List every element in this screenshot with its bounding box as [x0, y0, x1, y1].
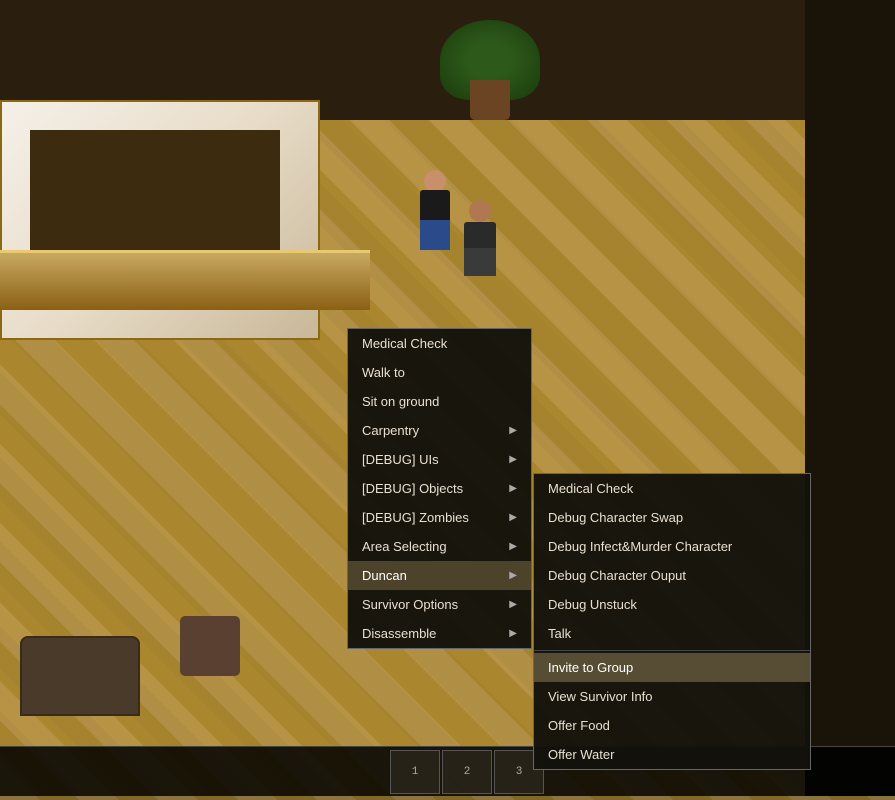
ctx-item-medical-check[interactable]: Medical Check	[348, 329, 531, 358]
ctx-item-carpentry[interactable]: Carpentry ▶	[348, 416, 531, 445]
hotbar-label-3: 3	[516, 766, 523, 778]
submenu-label-talk: Talk	[548, 626, 571, 641]
submenu-item-offer-food[interactable]: Offer Food	[534, 711, 810, 740]
sofa	[20, 636, 140, 716]
submenu-label-debug-character-ouput: Debug Character Ouput	[548, 568, 686, 583]
submenu-item-debug-infect-murder[interactable]: Debug Infect&Murder Character	[534, 532, 810, 561]
ctx-label-disassemble: Disassemble	[362, 626, 436, 641]
submenu-label-debug-character-swap: Debug Character Swap	[548, 510, 683, 525]
chair	[180, 616, 240, 676]
submenu-item-debug-unstuck[interactable]: Debug Unstuck	[534, 590, 810, 619]
hotbar-slot-2[interactable]: 2	[442, 750, 492, 794]
ctx-item-walk-to[interactable]: Walk to	[348, 358, 531, 387]
ctx-label-walk-to: Walk to	[362, 365, 405, 380]
ctx-label-carpentry: Carpentry	[362, 423, 419, 438]
submenu-item-debug-character-swap[interactable]: Debug Character Swap	[534, 503, 810, 532]
context-menu-primary: Medical Check Walk to Sit on ground Carpent…	[347, 328, 532, 649]
submenu-label-view-survivor-info: View Survivor Info	[548, 689, 653, 704]
submenu-label-debug-unstuck: Debug Unstuck	[548, 597, 637, 612]
ctx-item-debug-uis[interactable]: [DEBUG] UIs ▶	[348, 445, 531, 474]
char-head-female	[424, 170, 446, 192]
plant-pot	[460, 20, 520, 120]
char-pants-female	[420, 220, 450, 250]
submenu-item-offer-water[interactable]: Offer Water	[534, 740, 810, 769]
ctx-label-debug-objects: [DEBUG] Objects	[362, 481, 463, 496]
ctx-arrow-survivor-options: ▶	[509, 599, 517, 610]
plant-base	[470, 80, 510, 120]
ctx-arrow-debug-uis: ▶	[509, 454, 517, 465]
ctx-item-area-selecting[interactable]: Area Selecting ▶	[348, 532, 531, 561]
ctx-label-debug-uis: [DEBUG] UIs	[362, 452, 439, 467]
character-male-duncan	[460, 200, 500, 280]
ctx-label-sit-on-ground: Sit on ground	[362, 394, 439, 409]
ctx-arrow-duncan: ▶	[509, 570, 517, 581]
ctx-label-debug-zombies: [DEBUG] Zombies	[362, 510, 469, 525]
ctx-label-duncan: Duncan	[362, 568, 407, 583]
ctx-item-debug-objects[interactable]: [DEBUG] Objects ▶	[348, 474, 531, 503]
hotbar-label-1: 1	[412, 766, 419, 778]
ctx-item-survivor-options[interactable]: Survivor Options ▶	[348, 590, 531, 619]
ctx-item-sit-on-ground[interactable]: Sit on ground	[348, 387, 531, 416]
hotbar-label-2: 2	[464, 766, 471, 778]
submenu-label-debug-infect-murder: Debug Infect&Murder Character	[548, 539, 732, 554]
ctx-item-disassemble[interactable]: Disassemble ▶	[348, 619, 531, 648]
submenu-item-medical-check-sub[interactable]: Medical Check	[534, 474, 810, 503]
ctx-label-area-selecting: Area Selecting	[362, 539, 447, 554]
char-head-male	[469, 200, 491, 222]
hotbar-slot-1[interactable]: 1	[390, 750, 440, 794]
ctx-arrow-area-selecting: ▶	[509, 541, 517, 552]
character-female	[415, 170, 455, 250]
ctx-arrow-disassemble: ▶	[509, 628, 517, 639]
char-pants-male	[464, 248, 496, 276]
ctx-arrow-debug-objects: ▶	[509, 483, 517, 494]
submenu-item-debug-character-ouput[interactable]: Debug Character Ouput	[534, 561, 810, 590]
right-panel	[805, 0, 895, 796]
counter-front	[0, 250, 370, 310]
submenu-label-medical-check-sub: Medical Check	[548, 481, 633, 496]
submenu-item-talk[interactable]: Talk	[534, 619, 810, 648]
submenu-label-offer-water: Offer Water	[548, 747, 614, 762]
ctx-item-debug-zombies[interactable]: [DEBUG] Zombies ▶	[348, 503, 531, 532]
submenu-item-invite-to-group[interactable]: Invite to Group	[534, 653, 810, 682]
submenu-label-invite-to-group: Invite to Group	[548, 660, 633, 675]
ctx-label-medical-check: Medical Check	[362, 336, 447, 351]
ctx-arrow-carpentry: ▶	[509, 425, 517, 436]
ctx-label-survivor-options: Survivor Options	[362, 597, 458, 612]
ctx-arrow-debug-zombies: ▶	[509, 512, 517, 523]
ctx-item-duncan[interactable]: Duncan ▶	[348, 561, 531, 590]
submenu-label-offer-food: Offer Food	[548, 718, 610, 733]
submenu-divider	[534, 650, 810, 651]
submenu-item-view-survivor-info[interactable]: View Survivor Info	[534, 682, 810, 711]
context-menu-secondary: Medical Check Debug Character Swap Debug I…	[533, 473, 811, 770]
